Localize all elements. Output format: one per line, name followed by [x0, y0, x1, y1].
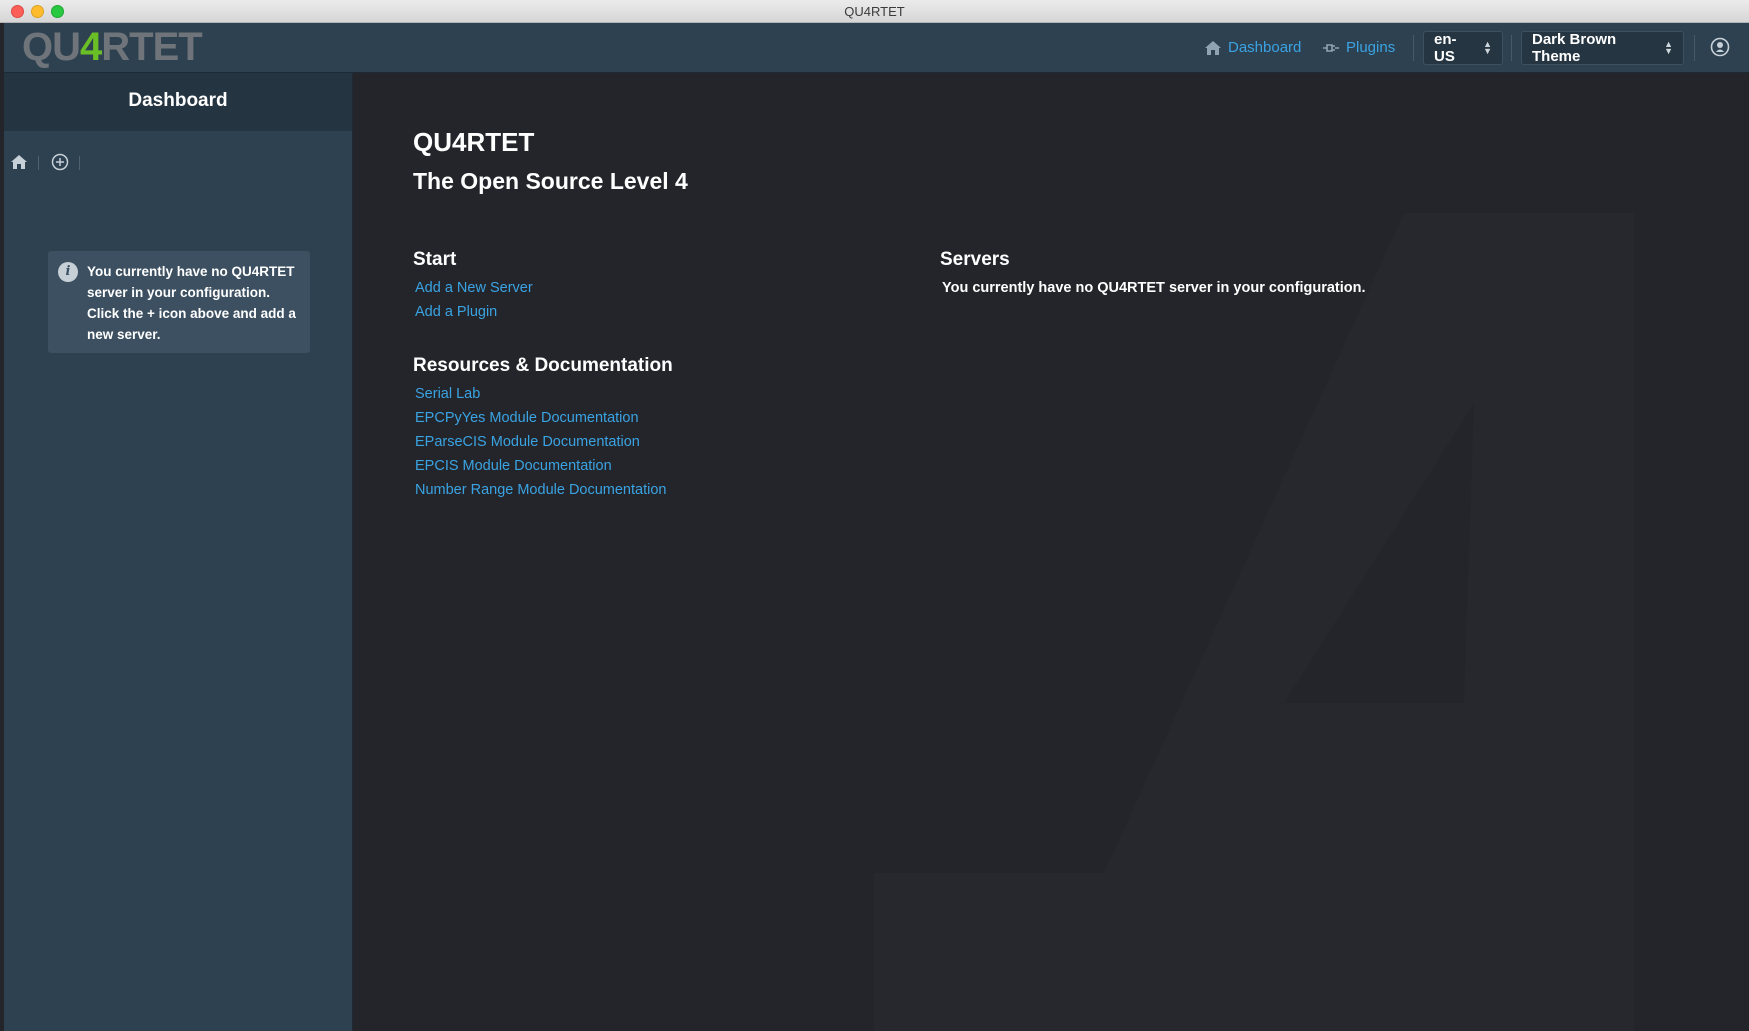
- add-new-server-link[interactable]: Add a New Server: [415, 280, 533, 296]
- serial-lab-link[interactable]: Serial Lab: [415, 386, 480, 402]
- language-select-value: en-US: [1434, 31, 1457, 65]
- page-subtitle: The Open Source Level 4: [413, 168, 688, 194]
- number-range-docs-link[interactable]: Number Range Module Documentation: [415, 482, 666, 498]
- add-circle-icon[interactable]: [51, 153, 69, 171]
- nav-dashboard-link[interactable]: Dashboard: [1204, 39, 1301, 56]
- servers-heading: Servers: [940, 249, 1010, 270]
- eparsecis-docs-link[interactable]: EParseCIS Module Documentation: [415, 434, 640, 450]
- alert-text: You currently have no QU4RTET server in …: [87, 264, 296, 342]
- start-heading: Start: [413, 249, 457, 270]
- background-logo-watermark: [874, 213, 1634, 1031]
- logo-text-accent: 4: [80, 25, 102, 69]
- info-icon: i: [58, 262, 78, 282]
- nav-plugins-link[interactable]: Plugins: [1322, 39, 1395, 56]
- sidebar-title: Dashboard: [4, 73, 352, 131]
- user-icon[interactable]: [1710, 37, 1730, 57]
- plug-icon: [1323, 43, 1339, 52]
- select-arrows-icon: ▲ ▼: [1483, 39, 1492, 56]
- epcpyyes-docs-link[interactable]: EPCPyYes Module Documentation: [415, 410, 639, 426]
- logo-text-before: QU: [22, 25, 81, 69]
- page-title: QU4RTET: [413, 127, 535, 157]
- theme-select-value: Dark Brown Theme: [1532, 31, 1617, 65]
- app-window: QU4RTET QU4RTET Dashboard Plugins en-US …: [0, 0, 1749, 1031]
- header-divider: [1413, 35, 1414, 61]
- sidebar: Dashboard i You currently have no QU4RTE…: [4, 73, 353, 1031]
- select-arrows-icon: ▲ ▼: [1664, 39, 1673, 56]
- servers-empty-message: You currently have no QU4RTET server in …: [942, 280, 1366, 296]
- toolbar-divider: [79, 156, 80, 170]
- nav-plugins-label: Plugins: [1346, 39, 1396, 56]
- home-icon[interactable]: [10, 153, 28, 171]
- no-server-alert: i You currently have no QU4RTET server i…: [48, 251, 310, 353]
- home-icon: [1205, 40, 1221, 55]
- sidebar-toolbar: [4, 153, 352, 173]
- resources-heading: Resources & Documentation: [413, 355, 673, 376]
- main-content: QU4RTET The Open Source Level 4 Start Ad…: [354, 73, 1749, 1031]
- toolbar-divider: [38, 156, 39, 170]
- logo-text-after: RTET: [101, 25, 202, 69]
- add-plugin-link[interactable]: Add a Plugin: [415, 304, 497, 320]
- title-bar: QU4RTET: [0, 0, 1749, 23]
- theme-select[interactable]: Dark Brown Theme ▲ ▼: [1521, 31, 1684, 65]
- epcis-docs-link[interactable]: EPCIS Module Documentation: [415, 458, 612, 474]
- app-logo[interactable]: QU4RTET: [22, 25, 203, 69]
- language-select[interactable]: en-US ▲ ▼: [1423, 31, 1503, 65]
- header-divider: [1511, 35, 1512, 61]
- nav-dashboard-label: Dashboard: [1228, 39, 1302, 56]
- header-divider: [1694, 35, 1695, 61]
- app-header: QU4RTET Dashboard Plugins en-US ▲ ▼ Dark …: [4, 23, 1749, 73]
- window-title: QU4RTET: [844, 4, 905, 19]
